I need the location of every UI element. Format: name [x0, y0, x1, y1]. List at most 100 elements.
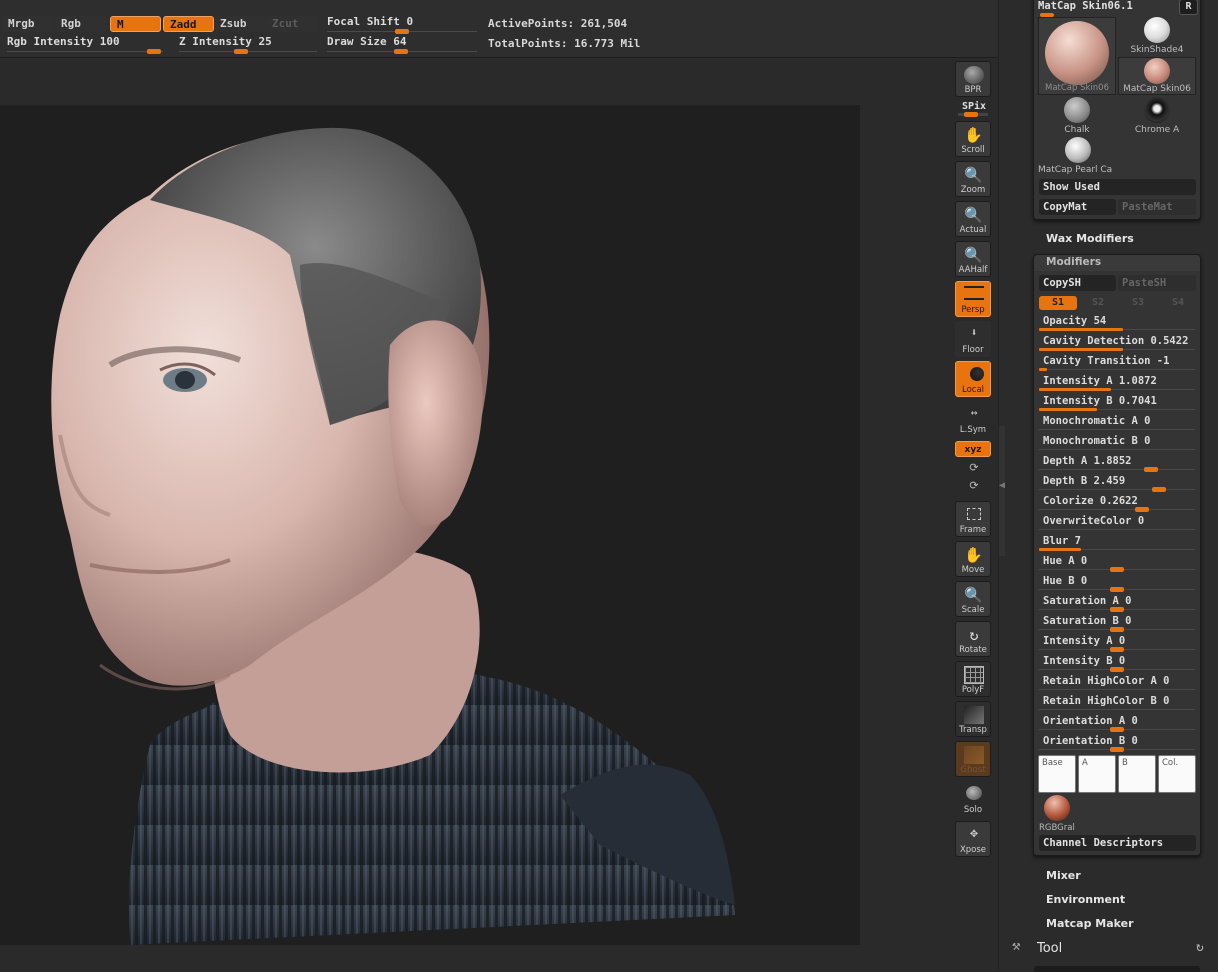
curve-editor-b[interactable]: B	[1118, 755, 1156, 793]
material-swatch-chalk[interactable]: Chalk	[1038, 97, 1116, 135]
rotate-z-icon[interactable]: ⟳	[950, 479, 998, 492]
spix-slider[interactable]	[958, 112, 988, 117]
shader-tab-s1[interactable]: S1	[1039, 296, 1077, 310]
scroll-button[interactable]: ✋ Scroll	[955, 121, 991, 157]
material-swatch-skinshade4[interactable]: SkinShade4	[1118, 17, 1196, 55]
environment-header[interactable]: Environment	[1046, 893, 1125, 906]
scale-button[interactable]: 🔍 Scale	[955, 581, 991, 617]
modifiers-header[interactable]: Modifiers	[1034, 255, 1200, 271]
slider-knob[interactable]	[1110, 607, 1124, 612]
modifier-slider-row[interactable]: Cavity Transition -1	[1039, 353, 1195, 373]
modifier-slider-row[interactable]: Depth B 2.459	[1039, 473, 1195, 493]
copy-sh-button[interactable]: CopySH	[1039, 275, 1116, 291]
focal-shift-slider[interactable]: Focal Shift 0	[327, 15, 477, 34]
polyf-button[interactable]: PolyF	[955, 661, 991, 697]
rotate-y-icon[interactable]: ⟳	[950, 461, 998, 474]
modifier-slider-row[interactable]: Orientation B 0	[1039, 733, 1195, 753]
modifier-slider-row[interactable]: Retain HighColor B 0	[1039, 693, 1195, 713]
copy-mat-button[interactable]: CopyMat	[1039, 199, 1116, 215]
curve-editor-col[interactable]: Col.	[1158, 755, 1196, 793]
matcap-maker-header[interactable]: Matcap Maker	[1046, 917, 1134, 930]
paste-mat-button[interactable]: PasteMat	[1118, 199, 1196, 215]
draw-size-slider[interactable]: Draw Size 64	[327, 35, 477, 54]
slider-knob[interactable]	[1110, 587, 1124, 592]
slider-knob[interactable]	[1144, 467, 1158, 472]
modifier-slider-row[interactable]: Saturation B 0	[1039, 613, 1195, 633]
paste-sh-button[interactable]: PasteSH	[1118, 275, 1196, 291]
modifier-slider-row[interactable]: Hue A 0	[1039, 553, 1195, 573]
m-button[interactable]: M	[110, 16, 161, 32]
persp-button[interactable]: Persp	[955, 281, 991, 317]
modifier-slider-row[interactable]: Orientation A 0	[1039, 713, 1195, 733]
zoom-button[interactable]: 🔍 Zoom	[955, 161, 991, 197]
slider-knob[interactable]	[1110, 727, 1124, 732]
ghost-button[interactable]: Ghost	[955, 741, 991, 777]
slider-knob[interactable]	[1152, 487, 1166, 492]
slider-knob[interactable]	[1135, 507, 1149, 512]
rgb-intensity-slider[interactable]: Rgb Intensity 100	[7, 35, 163, 54]
modifier-slider-row[interactable]: Colorize 0.2622	[1039, 493, 1195, 513]
shader-tab-s4[interactable]: S4	[1159, 296, 1197, 310]
slider-knob[interactable]	[1110, 647, 1124, 652]
shader-tab-s3[interactable]: S3	[1119, 296, 1157, 310]
aahalf-button[interactable]: 🔍 AAHalf	[955, 241, 991, 277]
current-material-slider[interactable]: MatCap Skin06.1	[1038, 0, 1178, 17]
modifier-slider-row[interactable]: Depth A 1.8852	[1039, 453, 1195, 473]
slider-knob[interactable]	[1110, 627, 1124, 632]
modifier-slider-row[interactable]: Retain HighColor A 0	[1039, 673, 1195, 693]
xyz-button[interactable]: xyz	[955, 441, 991, 457]
zsub-button[interactable]: Zsub	[214, 16, 266, 32]
modifier-slider-row[interactable]: Hue B 0	[1039, 573, 1195, 593]
tray-collapse-handle[interactable]	[999, 426, 1005, 556]
material-swatch-large[interactable]: MatCap Skin06	[1038, 17, 1116, 95]
material-swatch-skin06[interactable]: MatCap Skin06	[1118, 57, 1196, 95]
curve-editor-a[interactable]: A	[1078, 755, 1116, 793]
actual-button[interactable]: 🔍 Actual	[955, 201, 991, 237]
tool-palette-header[interactable]: Tool	[1037, 941, 1062, 956]
modifier-slider-row[interactable]: Intensity A 0	[1039, 633, 1195, 653]
shader-tab-s2[interactable]: S2	[1079, 296, 1117, 310]
modifier-slider-row[interactable]: Opacity 54	[1039, 313, 1195, 333]
rotate-button[interactable]: ↻ Rotate	[955, 621, 991, 657]
slider-knob[interactable]	[1110, 747, 1124, 752]
material-r-button[interactable]: R	[1179, 0, 1198, 15]
floor-button[interactable]: ⬇ Floor	[955, 321, 991, 357]
collapse-arrow-icon[interactable]: ◀	[999, 480, 1005, 491]
mrgb-button[interactable]: Mrgb	[2, 16, 54, 32]
rgb-button[interactable]: Rgb	[55, 16, 107, 32]
solo-button[interactable]: Solo	[955, 781, 991, 817]
local-button[interactable]: Local	[955, 361, 991, 397]
slider-knob[interactable]	[1110, 667, 1124, 672]
reset-palette-icon[interactable]: ↻	[1196, 940, 1204, 955]
modifier-slider-row[interactable]: Saturation A 0	[1039, 593, 1195, 613]
slider-knob[interactable]	[1110, 567, 1124, 572]
z-intensity-slider[interactable]: Z Intensity 25	[179, 35, 317, 54]
bpr-button[interactable]: BPR	[955, 61, 991, 97]
mixer-header[interactable]: Mixer	[1046, 869, 1081, 882]
modifier-slider-row[interactable]: Blur 7	[1039, 533, 1195, 553]
move-button[interactable]: ✋ Move	[955, 541, 991, 577]
chrome-ball-icon	[1144, 97, 1170, 123]
modifier-slider-row[interactable]: Intensity A 1.0872	[1039, 373, 1195, 393]
frame-button[interactable]: Frame	[955, 501, 991, 537]
zcut-button[interactable]: Zcut	[266, 16, 318, 32]
show-used-button[interactable]: Show Used	[1039, 179, 1196, 195]
modifier-slider-row[interactable]: Monochromatic A 0	[1039, 413, 1195, 433]
rgbgral-ball-icon[interactable]	[1044, 795, 1070, 821]
viewport-canvas[interactable]	[0, 105, 860, 945]
material-swatch-chrome-a[interactable]: Chrome A	[1118, 97, 1196, 135]
channel-descriptors-button[interactable]: Channel Descriptors	[1039, 835, 1196, 851]
modifier-slider-row[interactable]: Intensity B 0	[1039, 653, 1195, 673]
zadd-button[interactable]: Zadd	[163, 16, 214, 32]
curve-editor-base[interactable]: Base	[1038, 755, 1076, 793]
draw-size-label: Draw Size 64	[327, 35, 407, 48]
modifier-slider-row[interactable]: OverwriteColor 0	[1039, 513, 1195, 533]
modifier-slider-row[interactable]: Cavity Detection 0.5422	[1039, 333, 1195, 353]
lsym-button[interactable]: ↔ L.Sym	[955, 401, 991, 437]
transp-button[interactable]: Transp	[955, 701, 991, 737]
modifier-slider-row[interactable]: Monochromatic B 0	[1039, 433, 1195, 453]
modifier-slider-row[interactable]: Intensity B 0.7041	[1039, 393, 1195, 413]
wax-modifiers-header[interactable]: Wax Modifiers	[1046, 232, 1134, 245]
xpose-button[interactable]: ✥ Xpose	[955, 821, 991, 857]
material-swatch-pearl[interactable]: MatCap Pearl Ca	[1038, 137, 1118, 175]
